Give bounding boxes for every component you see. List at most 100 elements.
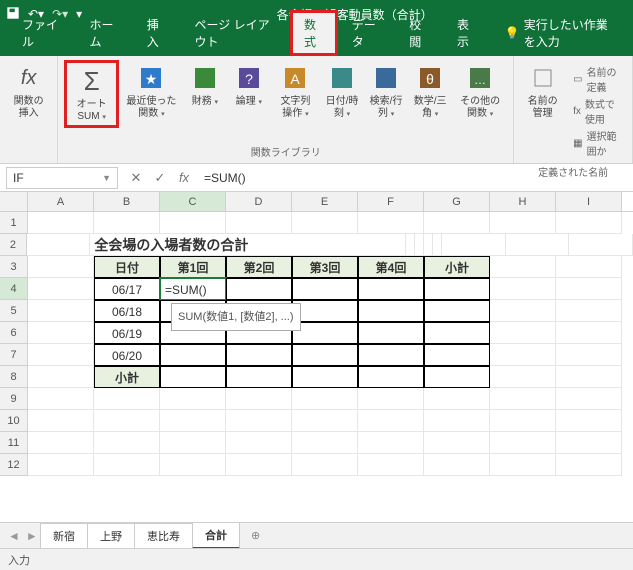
enter-icon[interactable]: ✓: [148, 170, 172, 186]
col-I[interactable]: I: [556, 192, 622, 211]
hdr-r3[interactable]: 第3回: [292, 256, 358, 278]
fx-icon: fx: [13, 62, 45, 94]
text-icon: A: [279, 62, 311, 94]
column-headers: A B C D E F G H I: [0, 192, 633, 212]
formula-tooltip: SUM(数値1, [数値2], ...): [171, 303, 301, 331]
row-7[interactable]: 7: [0, 344, 28, 366]
recent-icon: ★: [135, 62, 167, 94]
sheet-tab-shinjuku[interactable]: 新宿: [40, 523, 88, 548]
tab-insert[interactable]: 挿入: [133, 10, 181, 56]
theta-icon: θ: [414, 62, 446, 94]
tab-nav-next-icon[interactable]: ►: [26, 529, 38, 543]
cancel-icon[interactable]: ✕: [124, 170, 148, 186]
status-mode: 入力: [8, 552, 30, 568]
hdr-date[interactable]: 日付: [94, 256, 160, 278]
worksheet: A B C D E F G H I 1 2 全会場の入場者数の合計 3 日付 第1…: [0, 192, 633, 476]
sheet-tab-total[interactable]: 合計: [192, 522, 240, 549]
text-button[interactable]: A 文字列操作 ▾: [272, 60, 319, 122]
tag-icon: ▭: [573, 74, 582, 85]
col-E[interactable]: E: [292, 192, 358, 211]
row-9[interactable]: 9: [0, 388, 28, 410]
datetime-button[interactable]: 日付/時刻 ▾: [321, 60, 363, 122]
cell-D4[interactable]: [226, 278, 292, 300]
col-C[interactable]: C: [160, 192, 226, 211]
tell-me[interactable]: 💡実行したい作業を入力: [491, 10, 633, 56]
col-H[interactable]: H: [490, 192, 556, 211]
more-functions-button[interactable]: … その他の関数 ▾: [453, 60, 507, 122]
row-8[interactable]: 8: [0, 366, 28, 388]
logical-button[interactable]: ? 論理 ▾: [228, 60, 270, 110]
tab-file[interactable]: ファイル: [8, 10, 75, 56]
hdr-r1[interactable]: 第1回: [160, 256, 226, 278]
status-bar: 入力: [0, 548, 633, 570]
row-10[interactable]: 10: [0, 410, 28, 432]
svg-text:…: …: [474, 73, 486, 87]
tab-data[interactable]: データ: [338, 10, 396, 56]
ribbon-tabs: ファイル ホーム 挿入 ページ レイアウト 数式 データ 校閲 表示 💡実行した…: [0, 28, 633, 56]
hdr-r4[interactable]: 第4回: [358, 256, 424, 278]
svg-text:?: ?: [245, 71, 253, 87]
row-5[interactable]: 5: [0, 300, 28, 322]
cell-B4[interactable]: 06/17: [94, 278, 160, 300]
col-B[interactable]: B: [94, 192, 160, 211]
add-sheet-icon[interactable]: ⊕: [239, 525, 272, 546]
row-4[interactable]: 4: [0, 278, 28, 300]
name-manager-icon: [527, 62, 559, 94]
bulb-icon: 💡: [505, 26, 520, 40]
math-button[interactable]: θ 数学/三角 ▾: [409, 60, 451, 122]
sheet-tab-ueno[interactable]: 上野: [87, 523, 135, 548]
group-label-library: 関数ライブラリ: [251, 142, 321, 161]
use-in-formula-button[interactable]: fx数式で使用: [573, 96, 620, 126]
tab-review[interactable]: 校閲: [395, 10, 443, 56]
svg-text:★: ★: [145, 71, 158, 87]
tab-view[interactable]: 表示: [443, 10, 491, 56]
name-options: ▭名前の定義 fx数式で使用 ▦選択範囲か: [567, 60, 626, 162]
group-label-names: 定義された名前: [538, 162, 608, 181]
lookup-icon: [370, 62, 402, 94]
select-all-corner[interactable]: [0, 192, 28, 211]
row-1[interactable]: 1: [0, 212, 28, 234]
fx-small-icon: fx: [573, 106, 581, 117]
name-box[interactable]: IF▼: [6, 167, 118, 189]
cell-G4[interactable]: [424, 278, 490, 300]
row-3[interactable]: 3: [0, 256, 28, 278]
ribbon: fx 関数の挿入 Σ オートSUM ▾ ★ 最近使った関数 ▾ 財務 ▾ ? 論…: [0, 56, 633, 164]
col-A[interactable]: A: [28, 192, 94, 211]
tab-home[interactable]: ホーム: [75, 10, 132, 56]
col-F[interactable]: F: [358, 192, 424, 211]
row-2[interactable]: 2: [0, 234, 27, 256]
tab-page-layout[interactable]: ページ レイアウト: [181, 10, 290, 56]
lookup-button[interactable]: 検索/行列 ▾: [365, 60, 407, 122]
more-icon: …: [464, 62, 496, 94]
cell-F4[interactable]: [358, 278, 424, 300]
define-name-button[interactable]: ▭名前の定義: [573, 64, 620, 94]
cell-C4-active[interactable]: =SUM() SUM(数値1, [数値2], ...): [160, 278, 226, 300]
cell-E4[interactable]: [292, 278, 358, 300]
svg-text:A: A: [291, 71, 301, 87]
hdr-sub[interactable]: 小計: [424, 256, 490, 278]
clock-icon: [326, 62, 358, 94]
col-D[interactable]: D: [226, 192, 292, 211]
hdr-r2[interactable]: 第2回: [226, 256, 292, 278]
financial-button[interactable]: 財務 ▾: [184, 60, 226, 110]
sheet-tabs: ◄ ► 新宿 上野 恵比寿 合計 ⊕: [0, 522, 633, 548]
sigma-icon: Σ: [76, 65, 108, 97]
autosum-button[interactable]: Σ オートSUM ▾: [64, 60, 119, 128]
svg-text:θ: θ: [426, 71, 434, 87]
create-from-selection-button[interactable]: ▦選択範囲か: [573, 128, 620, 158]
tab-nav-prev-icon[interactable]: ◄: [8, 529, 20, 543]
tab-formulas[interactable]: 数式: [290, 10, 338, 56]
recent-functions-button[interactable]: ★ 最近使った関数 ▾: [121, 60, 182, 122]
row-6[interactable]: 6: [0, 322, 28, 344]
insert-function-button[interactable]: fx 関数の挿入: [6, 60, 51, 122]
grid-icon: ▦: [573, 138, 582, 149]
logical-icon: ?: [233, 62, 265, 94]
fx-button-icon[interactable]: fx: [172, 170, 196, 185]
name-manager-button[interactable]: 名前の管理: [520, 60, 565, 122]
col-G[interactable]: G: [424, 192, 490, 211]
financial-icon: [189, 62, 221, 94]
row-11[interactable]: 11: [0, 432, 28, 454]
sheet-tab-ebisu[interactable]: 恵比寿: [134, 523, 193, 548]
row-12[interactable]: 12: [0, 454, 28, 476]
table-title[interactable]: 全会場の入場者数の合計: [90, 234, 406, 256]
